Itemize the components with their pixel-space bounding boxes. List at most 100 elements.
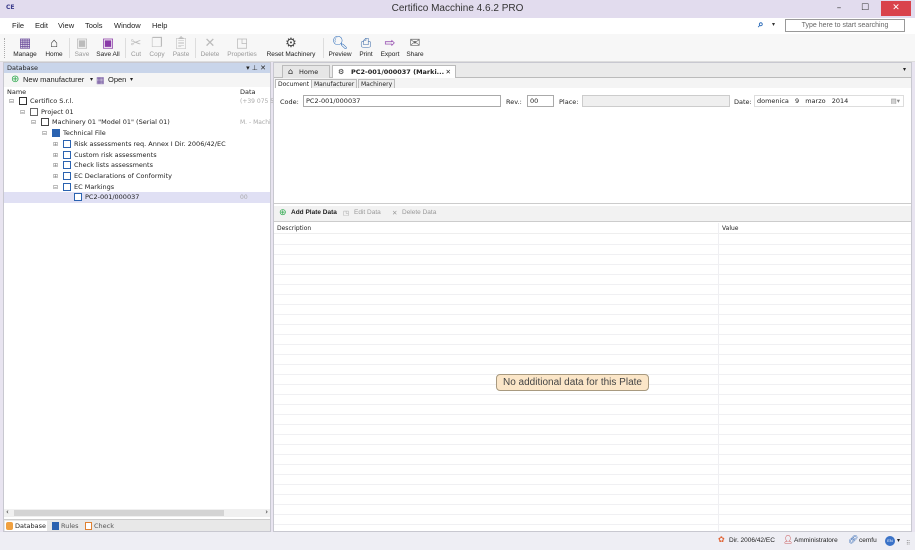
expand-icon[interactable]: ⊞ — [53, 171, 58, 182]
date-picker[interactable]: domenica 9 marzo 2014 ▤▾ — [754, 95, 904, 107]
connection-status[interactable]: cemfu — [859, 537, 877, 544]
resize-grip-icon[interactable]: ⠿ — [906, 540, 910, 547]
rev-input[interactable]: 00 — [527, 95, 554, 107]
menu-edit[interactable]: Edit — [35, 21, 48, 30]
column-data[interactable]: Data — [240, 88, 256, 96]
language-dropdown-icon[interactable]: ▾ — [897, 537, 900, 544]
tree-node-label: Project 01 — [41, 107, 74, 116]
tree-node-label: Technical File — [63, 129, 106, 138]
tree-node[interactable]: ⊟ Machinery 01 "Model 01" (Serial 01) M. -… — [4, 117, 271, 128]
subtab-machinery[interactable]: Machinery — [358, 79, 396, 88]
database-panel-header: Database ▾ ⊥ ✕ — [4, 63, 270, 73]
export-button[interactable]: ⇨ Export — [378, 35, 402, 59]
column-description[interactable]: Description — [277, 223, 311, 234]
menu-file[interactable]: File — [12, 21, 24, 30]
user-status[interactable]: Amministratore — [794, 537, 838, 544]
print-button[interactable]: ⎙ Print — [356, 35, 376, 59]
ce-plate-icon: ⚙ — [338, 68, 345, 76]
rev-label: Rev.: — [506, 98, 522, 106]
subtab-document[interactable]: Document — [275, 79, 313, 88]
place-input[interactable] — [582, 95, 730, 107]
tree-node[interactable]: ⊞ Risk assessments req. Annex I Dir. 2006… — [4, 139, 270, 150]
manage-button[interactable]: ▦ Manage — [10, 35, 40, 59]
new-manufacturer-button[interactable]: New manufacturer — [23, 75, 84, 84]
collapse-icon[interactable]: ⊟ — [20, 107, 25, 118]
properties-icon: ◳ — [235, 35, 249, 50]
grid-row-line — [274, 454, 911, 455]
code-input[interactable]: PC2-001/000037 — [303, 95, 501, 107]
tab-database[interactable]: Database — [5, 521, 47, 531]
close-button[interactable]: ✕ — [881, 1, 911, 16]
scroll-right-icon[interactable]: › — [265, 508, 268, 516]
close-tab-icon[interactable]: ✕ — [446, 66, 451, 78]
share-button[interactable]: ✉ Share — [404, 35, 426, 59]
delete-button[interactable]: ✕ Delete — [198, 35, 222, 59]
tree-node[interactable]: PC2-001/000037 00 — [4, 192, 270, 204]
expand-icon[interactable]: ⊞ — [53, 160, 58, 171]
maximize-button[interactable]: ☐ — [853, 1, 877, 16]
tree-node[interactable]: ⊞ Check lists assessments — [4, 160, 270, 171]
menu-tools[interactable]: Tools — [85, 21, 103, 30]
open-dropdown-icon[interactable]: ▾ — [130, 76, 133, 83]
horizontal-scrollbar[interactable]: ‹ › — [4, 508, 270, 517]
menu-help[interactable]: Help — [152, 21, 167, 30]
cut-button[interactable]: ✂ Cut — [128, 35, 144, 59]
search-icon[interactable]: ⌕ — [758, 19, 764, 30]
home-button[interactable]: ⌂ Home — [42, 35, 66, 59]
collapse-icon[interactable]: ⊟ — [31, 117, 36, 128]
tree-node[interactable]: ⊟ Certifico S.r.l. (+39 075 5 — [4, 96, 274, 107]
scrollbar-thumb[interactable] — [14, 510, 224, 516]
preview-button[interactable]: 🔍︎ Preview — [326, 35, 354, 59]
collapse-icon[interactable]: ⊟ — [9, 96, 14, 107]
new-manufacturer-dropdown-icon[interactable]: ▾ — [90, 76, 93, 83]
tree-node[interactable]: ⊞ EC Declarations of Conformity — [4, 171, 270, 182]
grid-row-line — [274, 304, 911, 305]
code-label: Code: — [280, 98, 299, 106]
add-plate-data-button[interactable]: Add Plate Data — [291, 209, 337, 216]
tabs-dropdown-icon[interactable]: ▾ — [903, 66, 906, 73]
empty-grid-message: No additional data for this Plate — [496, 374, 649, 391]
tab-plate-document[interactable]: ⚙ PC2-001/000037 (Marki... ✕ — [332, 65, 456, 78]
save-all-button[interactable]: ▣ Save All — [94, 35, 122, 59]
grid-row-line — [274, 524, 911, 525]
tree-node[interactable]: ⊟ Project 01 — [4, 107, 270, 118]
edit-data-button[interactable]: Edit Data — [354, 209, 381, 216]
calendar-dropdown-icon[interactable]: ▤▾ — [891, 96, 900, 106]
menu-window[interactable]: Window — [114, 21, 141, 30]
properties-button[interactable]: ◳ Properties — [225, 35, 259, 59]
tab-home[interactable]: ⌂ Home — [282, 65, 330, 78]
reset-machinery-button[interactable]: ⚙ Reset Machinery — [263, 35, 319, 59]
tree-node-data: M. - Machi — [240, 119, 271, 127]
column-name[interactable]: Name — [7, 88, 26, 96]
collapse-icon[interactable]: ⊟ — [42, 128, 47, 139]
directive-status[interactable]: Dir. 2006/42/EC — [729, 537, 775, 544]
copy-button[interactable]: ❐ Copy — [146, 35, 168, 59]
scroll-left-icon[interactable]: ‹ — [6, 508, 9, 516]
language-icon[interactable]: EN — [885, 536, 895, 546]
menu-view[interactable]: View — [58, 21, 74, 30]
collapse-icon[interactable]: ⊟ — [53, 182, 58, 193]
column-value[interactable]: Value — [722, 223, 738, 234]
tree-node-label: Custom risk assessments — [74, 150, 157, 159]
paste-button[interactable]: 📋︎ Paste — [170, 35, 192, 59]
open-button[interactable]: Open — [108, 75, 126, 84]
tab-rules[interactable]: Rules — [51, 521, 81, 531]
minimize-button[interactable]: – — [827, 1, 851, 16]
tree-node-label: EC Markings — [74, 182, 115, 191]
tab-check-lists[interactable]: Check Lists — [84, 521, 130, 540]
search-input[interactable]: Type here to start searching — [785, 19, 905, 32]
tree-node[interactable]: ⊟ EC Markings — [4, 182, 270, 193]
toolbar-grip[interactable] — [4, 38, 6, 58]
save-button[interactable]: ▣ Save — [72, 35, 92, 59]
subtab-manufacturer[interactable]: Manufacturer — [311, 79, 358, 88]
main-toolbar: ▦ Manage ⌂ Home ▣ Save ▣ Save All ✂ Cut ❐ Copy… — [0, 34, 915, 62]
expand-icon[interactable]: ⊞ — [53, 150, 58, 161]
search-dropdown-icon[interactable]: ▾ — [772, 21, 775, 28]
tree-node[interactable]: ⊟ Technical File — [4, 128, 270, 139]
date-month: marzo — [805, 97, 826, 105]
delete-data-button[interactable]: Delete Data — [402, 209, 436, 216]
tree-node[interactable]: ⊞ Custom risk assessments — [4, 150, 270, 161]
folder-icon — [63, 182, 71, 191]
expand-icon[interactable]: ⊞ — [53, 139, 58, 150]
panel-controls[interactable]: ▾ ⊥ ✕ — [246, 63, 266, 73]
